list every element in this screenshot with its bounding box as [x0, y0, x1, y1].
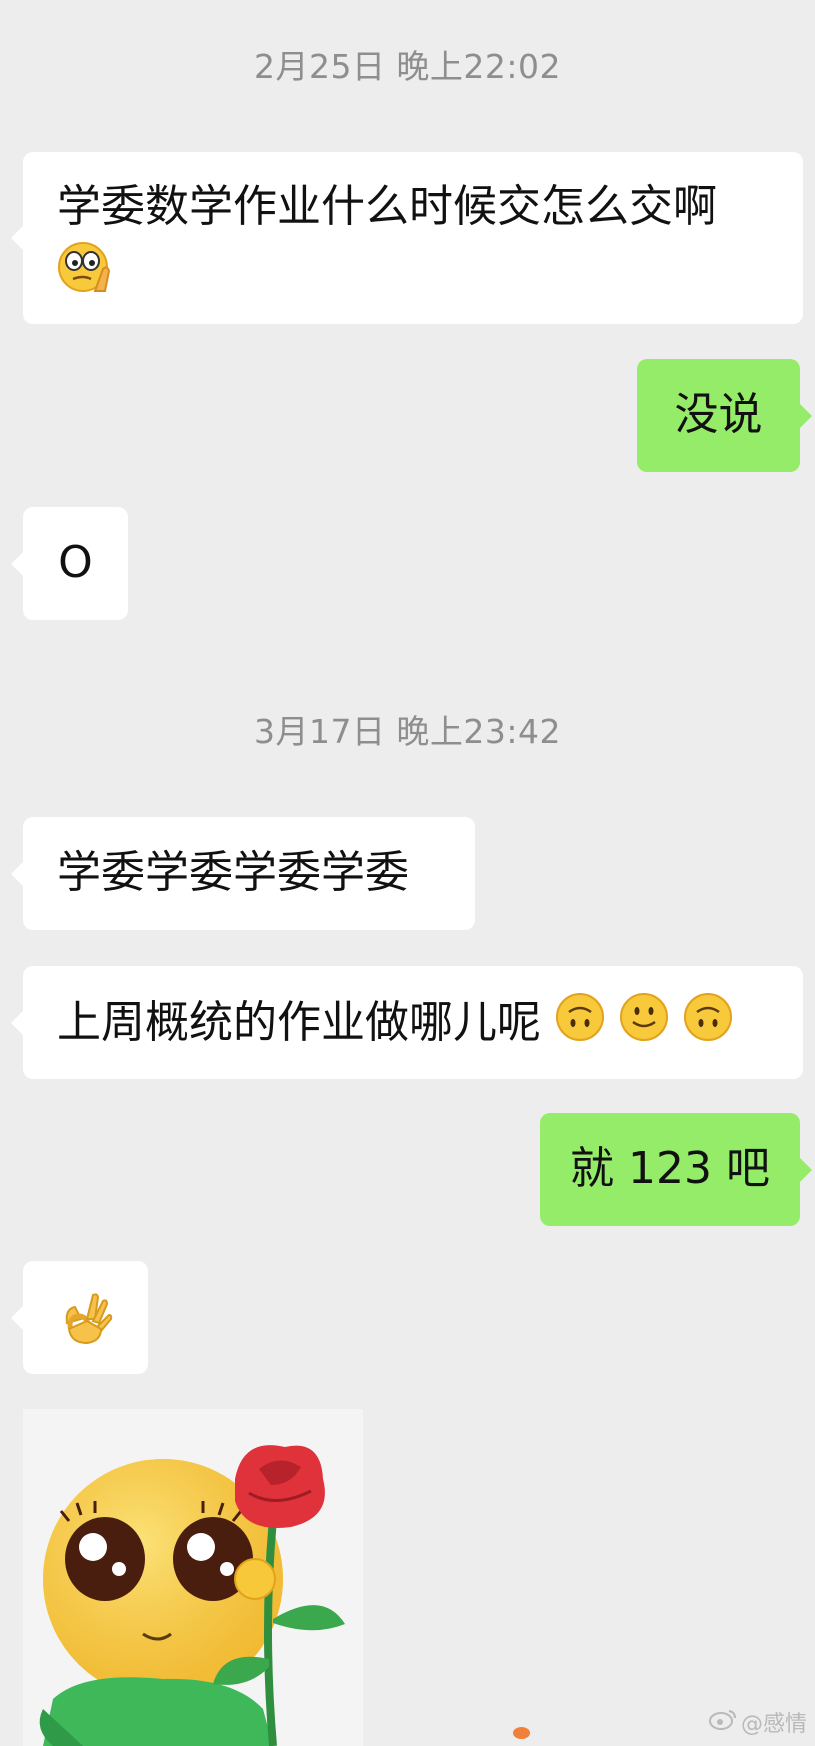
message-bubble-incoming[interactable]: 学委学委学委学委 — [11, 817, 475, 930]
message-text: O — [58, 537, 93, 588]
message-bubble-incoming[interactable] — [11, 1261, 148, 1374]
message-bubble-outgoing[interactable]: 没说 — [637, 359, 812, 472]
decorative-dot — [513, 1727, 530, 1739]
thinking-face-icon — [57, 239, 113, 311]
watermark-text: @感情 — [740, 1712, 807, 1737]
message-bubble-incoming[interactable]: O — [11, 507, 128, 620]
timestamp: 3月17日 晚上23:42 — [253, 712, 562, 751]
message-text: 就 123 吧 — [570, 1143, 770, 1194]
message-text: 学委数学作业什么时候交怎么交啊 — [57, 181, 717, 232]
weibo-icon — [708, 1708, 737, 1736]
watermark: @感情 — [708, 1706, 807, 1738]
sticker-image[interactable] — [23, 1409, 363, 1746]
message-text: 没说 — [674, 389, 763, 440]
timestamp: 2月25日 晚上22:02 — [253, 47, 562, 86]
message-bubble-incoming[interactable]: 上周概统的作业做哪儿呢 — [11, 966, 803, 1079]
ok-hand-icon — [57, 1289, 113, 1361]
message-bubble-outgoing[interactable]: 就 123 吧 — [540, 1113, 812, 1226]
upside-down-face-icon — [683, 992, 733, 1058]
message-text: 学委学委学委学委 — [57, 847, 409, 898]
message-text: 上周概统的作业做哪儿呢 — [57, 997, 541, 1048]
message-bubble-incoming[interactable]: 学委数学作业什么时候交怎么交啊 — [11, 152, 803, 324]
emoji-face-holding-rose-sticker — [39, 1445, 345, 1746]
upside-down-face-icon — [555, 992, 605, 1058]
slightly-smiling-face-icon — [619, 992, 669, 1058]
